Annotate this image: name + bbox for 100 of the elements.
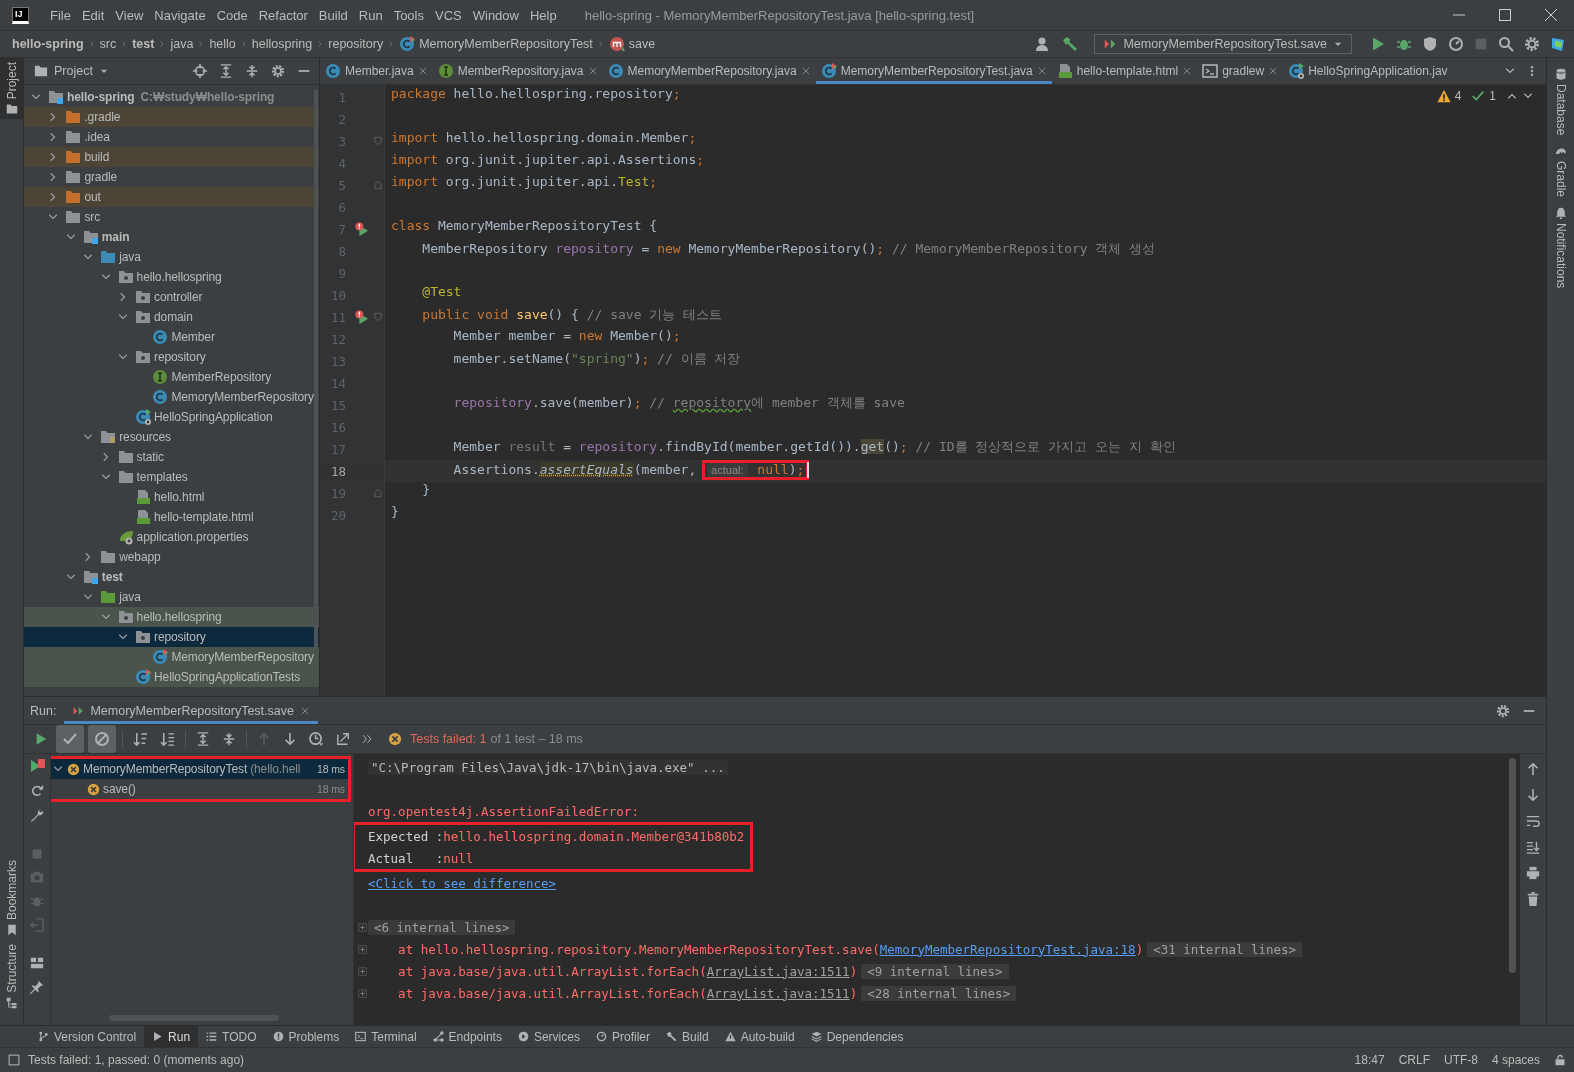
rerun-icon[interactable] (34, 732, 48, 746)
tree-item[interactable]: Member (24, 327, 319, 347)
close-icon[interactable] (417, 66, 428, 76)
tool-window-tab[interactable]: Dependencies (802, 1026, 912, 1047)
tree-item[interactable]: static (24, 447, 319, 467)
folded-lines[interactable]: <28 internal lines> (861, 985, 1017, 1001)
tool-window-button[interactable]: Database (1553, 66, 1568, 138)
tree-item[interactable]: gradle (24, 167, 319, 187)
tree-item[interactable]: MemoryMemberRepository (24, 387, 319, 407)
tool-window-button[interactable]: Gradle (1553, 143, 1568, 200)
expand-icon[interactable] (358, 966, 367, 976)
close-icon[interactable] (299, 705, 310, 716)
breadcrumb[interactable]: repository (328, 37, 384, 51)
test-tree-item[interactable]: MemoryMemberRepositoryTest (hello.hell 18 ms (51, 759, 348, 779)
close-icon[interactable] (1543, 7, 1559, 23)
wrench-icon[interactable] (30, 808, 44, 822)
tree-item[interactable]: test (24, 567, 319, 587)
editor-tab[interactable]: Member.java (320, 58, 433, 84)
breadcrumb[interactable]: hellospring (251, 37, 313, 51)
menu-item[interactable]: Code (211, 5, 253, 25)
breadcrumb[interactable]: hello-spring (12, 37, 84, 51)
close-icon[interactable] (1268, 66, 1279, 76)
check-icon[interactable] (56, 725, 84, 753)
folded-lines[interactable]: <9 internal lines> (861, 963, 1009, 979)
tool-window-tab[interactable]: Problems (264, 1026, 348, 1047)
status-item[interactable]: CRLF (1398, 1053, 1430, 1067)
maximize-icon[interactable] (1497, 7, 1513, 23)
close-icon[interactable] (587, 66, 598, 76)
tool-window-tab[interactable]: Version Control (30, 1026, 145, 1047)
more-icon[interactable] (362, 734, 372, 744)
menu-item[interactable]: Run (353, 5, 388, 25)
tool-window-tab[interactable]: Services (509, 1026, 588, 1047)
source-link[interactable]: ArrayList.java:1511 (706, 963, 850, 979)
tree-item[interactable]: controller (24, 287, 319, 307)
source-link[interactable]: ArrayList.java:1511 (706, 985, 850, 1001)
print-icon[interactable] (1526, 866, 1540, 880)
breadcrumb[interactable]: hello (209, 37, 236, 51)
menu-item[interactable]: VCS (430, 5, 467, 25)
sort-alphabetically-icon[interactable] (133, 731, 148, 747)
history-icon[interactable] (309, 731, 324, 747)
run-icon[interactable] (355, 222, 369, 236)
tool-window-tab[interactable]: TODO (198, 1026, 265, 1047)
breadcrumb[interactable]: src (99, 37, 117, 51)
menu-item[interactable]: Window (467, 5, 524, 25)
pin-icon[interactable] (30, 980, 44, 994)
tree-item[interactable]: MemberRepository (24, 367, 319, 387)
tree-item[interactable]: HelloSpringApplication (24, 407, 319, 427)
tool-window-tab[interactable]: Terminal (347, 1026, 425, 1047)
tool-window-button[interactable]: Structure (0, 940, 24, 1013)
scrollbar[interactable] (1509, 758, 1516, 973)
profile-icon[interactable] (1448, 36, 1464, 52)
editor-tab[interactable]: gradlew (1197, 58, 1284, 84)
source-link[interactable]: MemoryMemberRepositoryTest.java:18 (879, 941, 1136, 957)
trash-icon[interactable] (1526, 892, 1540, 906)
breadcrumb[interactable]: java (170, 37, 194, 51)
rerun-failed-icon[interactable] (29, 758, 45, 774)
tree-item[interactable]: main (24, 227, 319, 247)
tree-item[interactable]: resources (24, 427, 319, 447)
tool-window-tab[interactable]: Profiler (587, 1026, 658, 1047)
expand-all-icon[interactable] (219, 64, 233, 78)
collapse-all-icon[interactable] (245, 64, 259, 78)
tree-item[interactable]: java (24, 247, 319, 267)
layout-icon[interactable] (30, 956, 44, 970)
editor-tab[interactable]: MemoryMemberRepository.java (602, 58, 816, 84)
status-item[interactable]: 18:47 (1354, 1053, 1385, 1067)
expand-all-icon[interactable] (196, 732, 210, 746)
up-arrow-icon[interactable] (1526, 762, 1540, 776)
menu-item[interactable]: Help (524, 5, 562, 25)
plugin-icon[interactable] (1550, 36, 1566, 52)
warning-icon[interactable] (1436, 89, 1451, 103)
status-item[interactable]: UTF-8 (1443, 1053, 1478, 1067)
editor-tab[interactable]: MemberRepository.java (432, 58, 603, 84)
tool-window-tab[interactable]: Run (144, 1026, 199, 1047)
editor-tab[interactable]: hello-template.html (1051, 58, 1198, 84)
down-arrow-icon[interactable] (1526, 788, 1540, 802)
close-icon[interactable] (800, 66, 811, 76)
tree-item[interactable]: hello.html (24, 487, 319, 507)
tree-item[interactable]: application.properties (24, 527, 319, 547)
settings-icon[interactable] (1496, 703, 1510, 718)
refresh-icon[interactable] (30, 784, 44, 798)
menu-item[interactable]: Navigate (149, 5, 211, 25)
check-icon[interactable] (1471, 89, 1486, 103)
ban-icon[interactable] (88, 725, 116, 753)
folded-lines[interactable]: <31 internal lines> (1147, 941, 1303, 957)
layout-toggle-icon[interactable] (8, 1054, 20, 1066)
soft-wrap-icon[interactable] (1526, 814, 1540, 828)
tree-item[interactable]: webapp (24, 547, 319, 567)
test-tree-item[interactable]: save() 18 ms (51, 779, 348, 799)
tree-item[interactable]: src (24, 207, 319, 227)
status-item[interactable]: 4 spaces (1491, 1053, 1540, 1067)
expand-icon[interactable] (358, 922, 367, 932)
hammer-icon[interactable] (1062, 36, 1079, 52)
collapse-all-icon[interactable] (222, 732, 236, 746)
locate-icon[interactable] (193, 64, 207, 78)
breadcrumb[interactable]: save (608, 36, 656, 52)
folded-lines[interactable]: <6 internal lines> (368, 919, 516, 935)
tree-item[interactable]: MemoryMemberRepository (24, 647, 319, 667)
tool-window-tab[interactable]: Build (657, 1026, 717, 1047)
tree-item[interactable]: hello.hellospring (24, 607, 319, 627)
tool-window-button[interactable]: Project (0, 58, 24, 120)
